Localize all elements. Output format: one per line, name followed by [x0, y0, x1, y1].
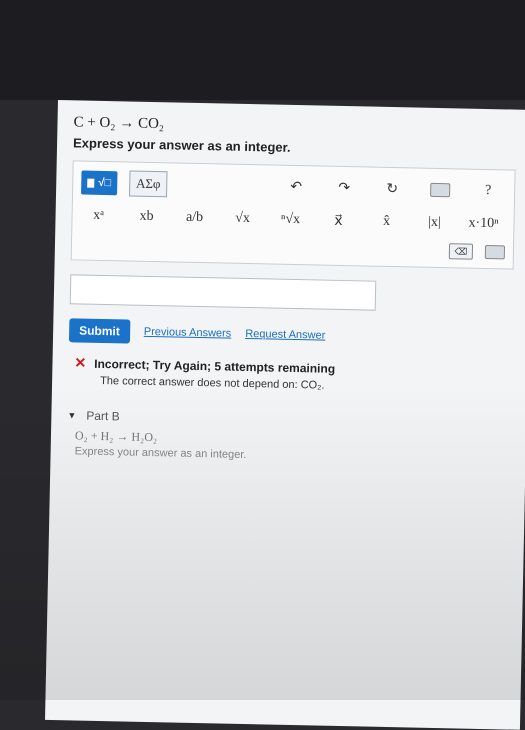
unit-vector-button[interactable]: x̂: [368, 210, 404, 235]
delete-icon[interactable]: ⌫: [448, 243, 474, 260]
nth-root-button[interactable]: ⁿ√x: [272, 208, 308, 233]
question-panel: C + O₂ → CO₂ Express your answer as an i…: [45, 100, 525, 730]
templates-button[interactable]: √□: [81, 170, 118, 196]
incorrect-x-icon: ✕: [74, 354, 87, 371]
photo-dark-edge: [0, 0, 525, 100]
previous-answers-link[interactable]: Previous Answers: [144, 326, 232, 340]
vector-button[interactable]: x⃗: [320, 209, 356, 234]
feedback-title: Incorrect; Try Again; 5 attempts remaini…: [94, 356, 336, 376]
superscript-button[interactable]: xᵃ: [80, 204, 116, 229]
keyboard-small-icon[interactable]: [484, 244, 506, 260]
help-button[interactable]: ?: [470, 179, 506, 204]
reset-icon[interactable]: ↻: [374, 177, 410, 202]
part-b-header[interactable]: ▼ Part B: [67, 408, 510, 431]
toolbar-row-3: ⌫: [80, 235, 506, 260]
math-toolbar: √□ ΑΣφ ↶ ↷ ↻ ? xᵃ xb a/b √x ⁿ√x x⃗ x̂ |x…: [70, 160, 516, 270]
keyboard-button[interactable]: [422, 178, 458, 203]
feedback-box: ✕ Incorrect; Try Again; 5 attempts remai…: [74, 354, 512, 395]
action-row: Submit Previous Answers Request Answer: [68, 318, 512, 351]
redo-icon[interactable]: ↷: [326, 176, 362, 201]
fraction-button[interactable]: a/b: [176, 206, 212, 231]
subscript-button[interactable]: xb: [128, 205, 164, 230]
toolbar-row-2: xᵃ xb a/b √x ⁿ√x x⃗ x̂ |x| x·10ⁿ: [80, 204, 505, 237]
part-b-label: Part B: [86, 408, 120, 424]
request-answer-link[interactable]: Request Answer: [245, 328, 325, 342]
scientific-notation-button[interactable]: x·10ⁿ: [464, 212, 503, 237]
part-a-card: C + O₂ → CO₂ Express your answer as an i…: [45, 100, 525, 730]
undo-icon[interactable]: ↶: [278, 175, 314, 200]
symbols-button[interactable]: ΑΣφ: [128, 170, 168, 198]
sqrt-button[interactable]: √x: [224, 207, 260, 232]
template-square-icon: [87, 178, 95, 188]
keyboard-icon: [430, 182, 451, 198]
caret-down-icon: ▼: [67, 410, 77, 421]
toolbar-row-1: √□ ΑΣφ ↶ ↷ ↻ ?: [81, 170, 506, 205]
submit-button[interactable]: Submit: [68, 318, 131, 344]
templates-label: √□: [98, 176, 112, 190]
answer-input[interactable]: [69, 274, 377, 311]
absolute-value-button[interactable]: |x|: [416, 211, 452, 236]
